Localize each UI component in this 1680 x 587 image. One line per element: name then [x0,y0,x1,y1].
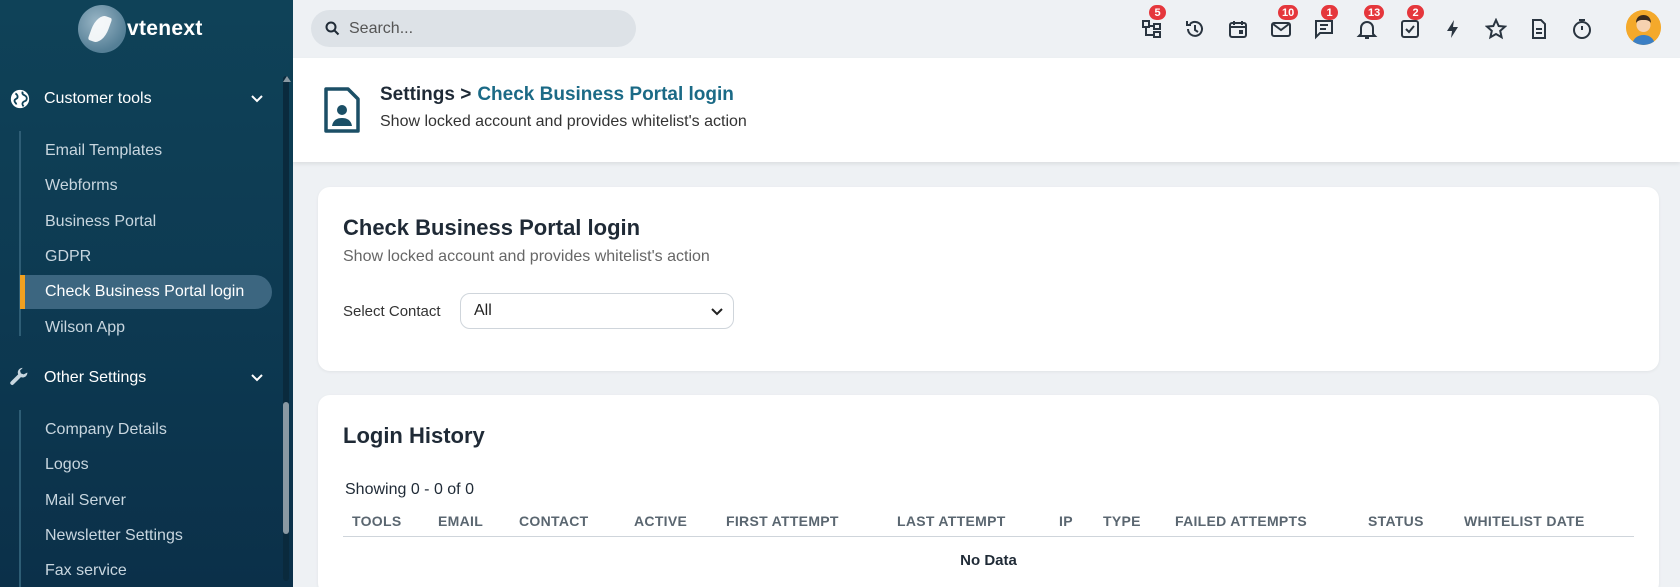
timer-icon[interactable] [1569,16,1595,42]
sidebar-item-mail-server[interactable]: Mail Server [20,484,272,518]
search-icon [325,21,340,36]
document-icon[interactable] [1526,16,1552,42]
login-history-card: Login History Showing 0 - 0 of 0 TOOLS E… [318,395,1659,587]
chevron-down-icon [251,374,263,382]
sidebar: vtenext Customer tools Email Templates W… [0,0,293,587]
column-header-whitelist-date[interactable]: WHITELIST DATE [1464,513,1585,529]
login-history-title: Login History [343,423,485,448]
hierarchy-icon[interactable]: 5 [1139,5,1166,42]
search-input[interactable] [349,10,629,47]
column-header-ip[interactable]: IP [1059,513,1073,529]
top-bar: 5 10 1 13 2 [293,0,1680,58]
chevron-down-icon [251,95,263,103]
column-header-type[interactable]: TYPE [1103,513,1141,529]
column-header-email[interactable]: EMAIL [438,513,483,529]
column-header-tools[interactable]: TOOLS [352,513,401,529]
filter-card: Check Business Portal login Show locked … [318,187,1659,371]
mail-icon[interactable]: 10 [1268,5,1299,42]
user-avatar[interactable] [1626,10,1661,45]
pagination-summary: Showing 0 - 0 of 0 [345,481,474,498]
page-header: Settings > Check Business Portal login Sh… [293,58,1680,162]
chevron-down-icon [711,308,723,316]
wrench-icon [10,367,28,385]
contact-card-icon [324,87,360,133]
history-icon[interactable] [1182,16,1208,42]
sidebar-item-company-details[interactable]: Company Details [20,413,272,447]
sidebar-item-wilson-app[interactable]: Wilson App [20,311,272,345]
globe-icon [10,89,30,109]
sidebar-item-gdpr[interactable]: GDPR [20,240,272,274]
select-contact-value: All [474,302,492,319]
breadcrumb-current: Check Business Portal login [477,84,734,105]
notification-badge: 2 [1407,5,1424,20]
app-logo[interactable]: vtenext [78,4,203,54]
empty-table-message: No Data [960,552,1017,569]
column-header-last-attempt[interactable]: LAST ATTEMPT [897,513,1006,529]
chat-icon[interactable]: 1 [1311,5,1338,42]
search-box[interactable] [311,10,636,47]
sidebar-section-label: Customer tools [44,90,152,107]
notification-badge: 13 [1364,5,1385,20]
sidebar-item-fax-service[interactable]: Fax service [20,554,272,587]
lightning-icon[interactable] [1440,16,1466,42]
bell-icon[interactable]: 13 [1354,5,1385,42]
star-icon[interactable] [1483,16,1509,42]
column-header-active[interactable]: ACTIVE [634,513,687,529]
column-header-status[interactable]: STATUS [1368,513,1424,529]
notification-badge: 10 [1278,5,1299,20]
scroll-up-arrow-icon[interactable] [283,76,291,82]
notification-badge: 1 [1321,5,1338,20]
calendar-icon[interactable] [1225,16,1251,42]
sidebar-section-customer-tools[interactable]: Customer tools [0,79,283,119]
column-header-failed-attempts[interactable]: FAILED ATTEMPTS [1175,513,1307,529]
column-header-contact[interactable]: CONTACT [519,513,589,529]
sidebar-item-business-portal[interactable]: Business Portal [20,205,272,239]
column-header-first-attempt[interactable]: FIRST ATTEMPT [726,513,839,529]
filter-card-subtitle: Show locked account and provides whiteli… [343,248,710,265]
breadcrumb-parent[interactable]: Settings > [380,84,471,105]
sidebar-scroll-thumb[interactable] [283,402,289,534]
select-contact-dropdown[interactable]: All [460,293,734,329]
sidebar-item-email-templates[interactable]: Email Templates [20,134,272,168]
sidebar-item-webforms[interactable]: Webforms [20,169,272,203]
sidebar-item-logos[interactable]: Logos [20,448,272,482]
table-header: TOOLS EMAIL CONTACT ACTIVE FIRST ATTEMPT… [343,507,1634,537]
notification-badge: 5 [1149,5,1166,20]
page-subtitle: Show locked account and provides whiteli… [380,113,747,130]
logo-mark-icon [78,5,126,53]
sidebar-item-newsletter-settings[interactable]: Newsletter Settings [20,519,272,553]
task-check-icon[interactable]: 2 [1397,5,1424,42]
sidebar-section-other-settings[interactable]: Other Settings [0,358,283,398]
select-contact-label: Select Contact [343,303,441,320]
sidebar-item-check-business-portal-login[interactable]: Check Business Portal login [20,275,272,309]
breadcrumb: Settings > Check Business Portal login [380,84,734,106]
logo-text: vtenext [127,17,203,40]
sidebar-section-label: Other Settings [44,369,147,386]
filter-card-title: Check Business Portal login [343,215,641,240]
